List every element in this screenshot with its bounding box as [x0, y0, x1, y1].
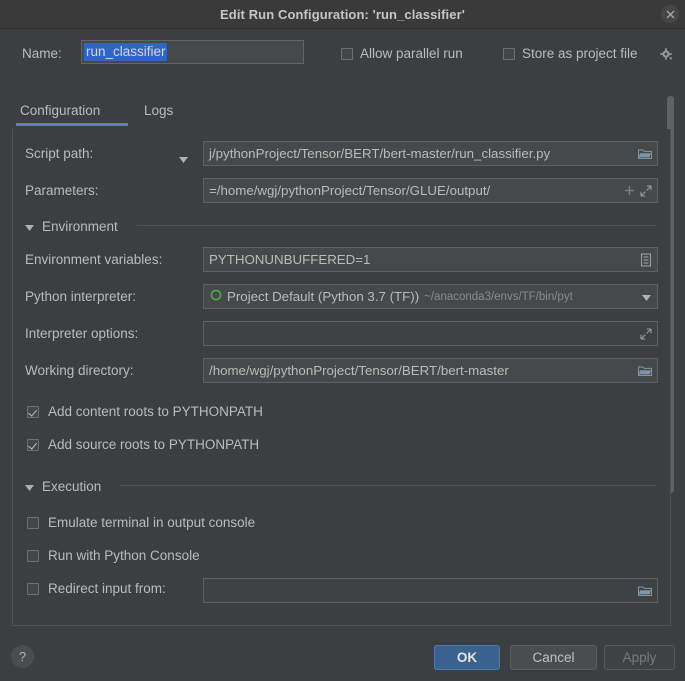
section-title-environment: Environment [42, 219, 118, 234]
python-interpreter-combobox[interactable]: Project Default (Python 3.7 (TF)) ~/anac… [203, 284, 658, 309]
add-source-roots-label: Add source roots to PYTHONPATH [48, 437, 260, 452]
help-button[interactable]: ? [11, 645, 34, 668]
allow-parallel-run-checkbox[interactable]: Allow parallel run [341, 46, 463, 61]
tab-logs-label: Logs [144, 103, 174, 118]
add-source-roots-checkbox[interactable]: Add source roots to PYTHONPATH [27, 437, 259, 452]
window-title: Edit Run Configuration: 'run_classifier' [220, 6, 465, 22]
tab-configuration[interactable]: Configuration [20, 95, 100, 126]
script-path-dropdown-caret[interactable] [179, 151, 188, 166]
configuration-panel: Script path: j/pythonProject/Tensor/BERT… [12, 129, 671, 626]
section-divider-environment [137, 225, 657, 226]
checkbox-box [27, 438, 39, 451]
checkbox-box [27, 549, 39, 562]
environment-variables-field[interactable]: PYTHONUNBUFFERED=1 [203, 247, 658, 272]
working-directory-field[interactable]: /home/wgj/pythonProject/Tensor/BERT/bert… [203, 358, 658, 383]
redirect-input-field[interactable] [203, 578, 658, 603]
section-header-environment[interactable]: Environment [25, 219, 118, 234]
expand-icon[interactable] [640, 327, 652, 340]
checkbox-box [27, 405, 39, 418]
parameters-value: =/home/wgj/pythonProject/Tensor/GLUE/out… [209, 183, 491, 198]
ok-button[interactable]: OK [434, 645, 500, 670]
apply-button[interactable]: Apply [604, 645, 675, 670]
script-path-field[interactable]: j/pythonProject/Tensor/BERT/bert-master/… [203, 141, 658, 166]
python-interpreter-path-hint: ~/anaconda3/envs/TF/bin/pyt [424, 290, 573, 303]
store-as-project-file-checkbox[interactable]: Store as project file [503, 46, 638, 61]
run-with-python-console-label: Run with Python Console [48, 548, 200, 563]
section-header-execution[interactable]: Execution [25, 479, 101, 494]
working-directory-value: /home/wgj/pythonProject/Tensor/BERT/bert… [209, 363, 509, 378]
name-input-value: run_classifier [84, 43, 167, 61]
python-interpreter-label: Python interpreter: [25, 289, 137, 304]
apply-button-label: Apply [622, 650, 657, 665]
help-button-label: ? [18, 649, 27, 664]
interpreter-options-label: Interpreter options: [25, 326, 139, 341]
store-as-project-file-label: Store as project file [522, 46, 638, 61]
add-content-roots-label: Add content roots to PYTHONPATH [48, 404, 263, 419]
folder-icon[interactable] [638, 585, 652, 597]
redirect-input-label: Redirect input from: [48, 581, 166, 596]
redirect-input-checkbox[interactable]: Redirect input from: [27, 581, 166, 596]
chevron-down-icon[interactable] [642, 289, 651, 304]
working-directory-label: Working directory: [25, 363, 134, 378]
emulate-terminal-checkbox[interactable]: Emulate terminal in output console [27, 515, 255, 530]
add-content-roots-checkbox[interactable]: Add content roots to PYTHONPATH [27, 404, 263, 419]
environment-variables-value: PYTHONUNBUFFERED=1 [209, 252, 371, 267]
allow-parallel-run-label: Allow parallel run [360, 46, 463, 61]
gear-icon[interactable] [660, 48, 673, 64]
emulate-terminal-label: Emulate terminal in output console [48, 515, 256, 530]
python-interpreter-value: Project Default (Python 3.7 (TF)) [227, 289, 420, 304]
parameters-field[interactable]: =/home/wgj/pythonProject/Tensor/GLUE/out… [203, 178, 658, 203]
close-icon[interactable] [661, 5, 679, 23]
folder-icon[interactable] [638, 148, 652, 160]
ok-button-label: OK [456, 650, 478, 665]
tab-configuration-label: Configuration [20, 103, 101, 118]
cancel-button[interactable]: Cancel [510, 645, 597, 670]
dialog-footer: ? OK Cancel Apply [0, 634, 685, 681]
script-path-label: Script path: [25, 146, 94, 161]
python-env-circle-icon [210, 289, 222, 304]
interpreter-options-field[interactable] [203, 321, 658, 346]
plus-icon[interactable] [624, 185, 635, 196]
cancel-button-label: Cancel [532, 650, 575, 665]
name-label: Name: [22, 46, 62, 61]
folder-icon[interactable] [638, 365, 652, 377]
checkbox-box [503, 47, 515, 60]
checkbox-box [27, 516, 39, 529]
section-divider-execution [119, 485, 657, 486]
checkbox-box [341, 47, 353, 60]
tab-logs[interactable]: Logs [144, 95, 173, 126]
chevron-down-icon [25, 479, 34, 494]
chevron-down-icon [25, 219, 34, 234]
expand-icon[interactable] [640, 184, 652, 197]
script-path-value: j/pythonProject/Tensor/BERT/bert-master/… [209, 146, 551, 161]
parameters-label: Parameters: [25, 183, 99, 198]
checkbox-box [27, 582, 39, 595]
tab-bar: Configuration Logs [0, 95, 685, 128]
run-with-python-console-checkbox[interactable]: Run with Python Console [27, 548, 200, 563]
list-edit-icon[interactable] [640, 252, 652, 267]
environment-variables-label: Environment variables: [25, 252, 163, 267]
name-row: Name: run_classifier Allow parallel run … [0, 29, 685, 81]
window-titlebar: Edit Run Configuration: 'run_classifier' [0, 0, 685, 29]
section-title-execution: Execution [42, 479, 102, 494]
name-input[interactable]: run_classifier [81, 40, 304, 64]
tab-selected-indicator [16, 123, 128, 126]
